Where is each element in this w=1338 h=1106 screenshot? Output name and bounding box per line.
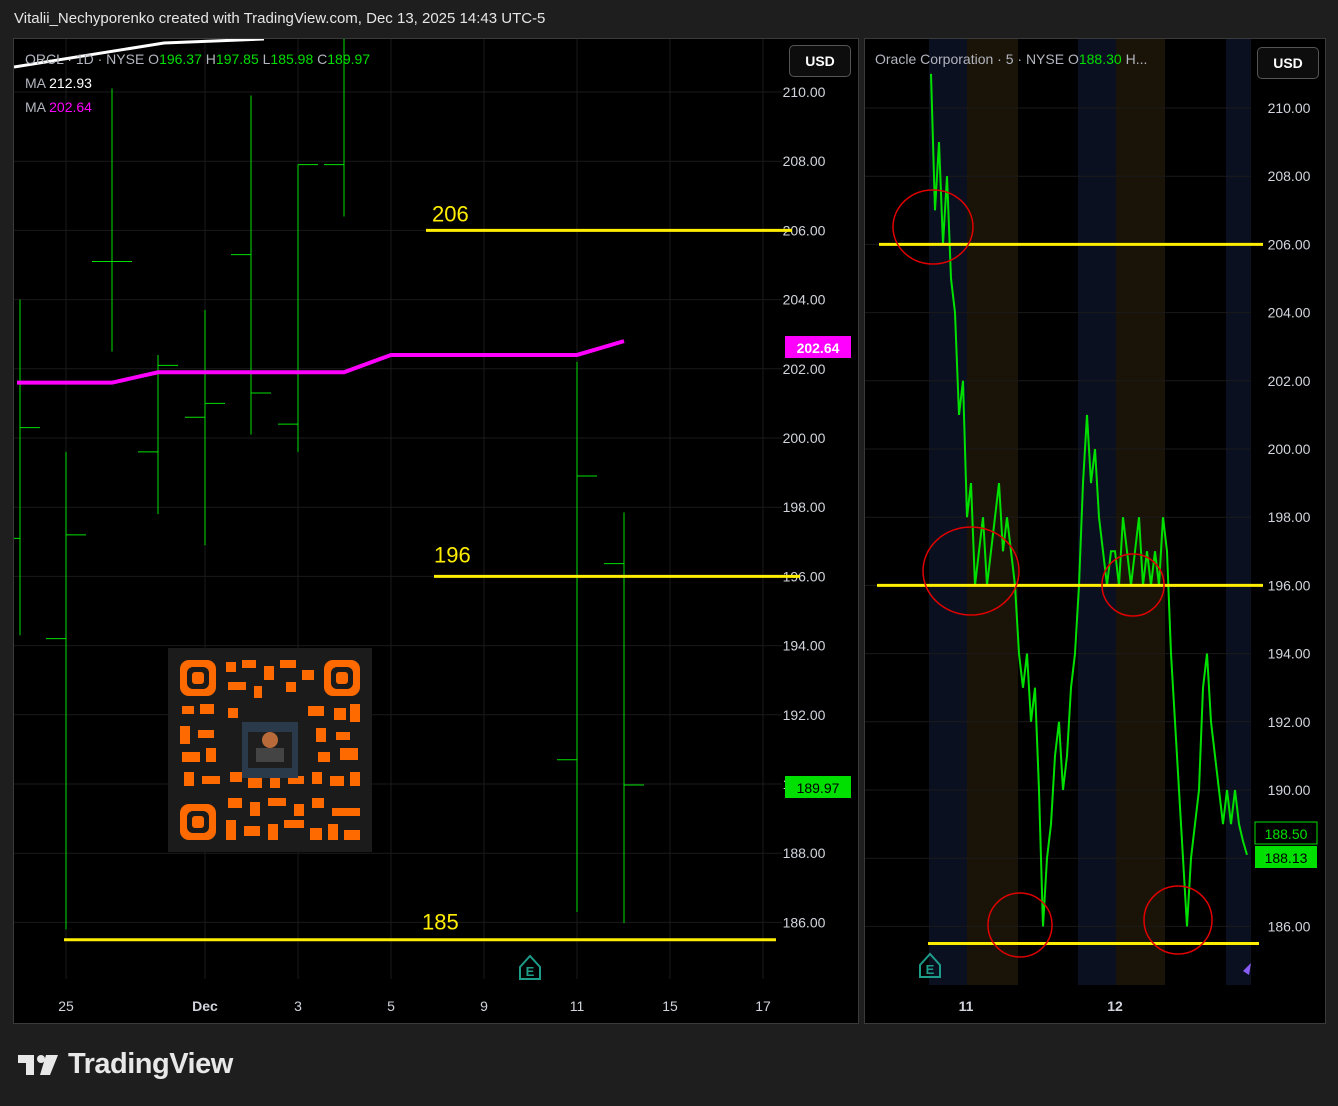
y-tick-label: 200.00 xyxy=(783,430,826,446)
tradingview-logo[interactable]: TradingView xyxy=(16,1048,233,1081)
session-band xyxy=(967,39,1018,985)
tradingview-logo-icon xyxy=(18,1054,58,1075)
legend-title[interactable]: Oracle Corporation · 5 · NYSE xyxy=(875,51,1064,67)
ohlc-bar xyxy=(557,361,597,913)
ma1-value: 212.93 xyxy=(49,75,92,91)
y-tick-label: 186.00 xyxy=(1268,918,1311,934)
x-tick-label: 11 xyxy=(570,998,585,1014)
legend-symbol[interactable]: ORCL · 1D · NYSE xyxy=(25,51,144,67)
y-tick-label: 192.00 xyxy=(783,707,826,723)
legend-high-label: H xyxy=(205,51,216,67)
y-tick-label: 188.00 xyxy=(783,845,826,861)
y-tick-label: 202.00 xyxy=(1268,373,1311,389)
daily-chart-panel[interactable]: 210.00 208.00 206.00 204.00 202.00 200.00 198.… xyxy=(13,38,859,1024)
y-tick-label: 200.00 xyxy=(1268,441,1311,457)
ma-line xyxy=(17,339,625,385)
legend-close-value: 189.97 xyxy=(327,51,371,67)
ma2-value: 202.64 xyxy=(49,99,92,115)
x-tick-label: 9 xyxy=(480,998,488,1014)
legend-more: H... xyxy=(1125,51,1148,67)
price-badge-outline-text: 188.50 xyxy=(1265,826,1308,842)
legend-high-value: 197.85 xyxy=(215,51,259,67)
legend-low-value: 185.98 xyxy=(270,51,314,67)
earnings-marker-text: E xyxy=(926,962,935,977)
ohlc-bar xyxy=(604,512,644,924)
y-tick-label: 206.00 xyxy=(1268,236,1311,252)
ohlc-bar xyxy=(138,354,178,515)
y-tick-label: 192.00 xyxy=(1268,714,1311,730)
y-tick-label: 194.00 xyxy=(1268,646,1311,662)
y-tick-label: 194.00 xyxy=(783,638,826,654)
x-tick-label: 17 xyxy=(755,998,771,1014)
y-tick-label: 198.00 xyxy=(1268,509,1311,525)
x-tick-label: 25 xyxy=(58,998,74,1014)
legend-open-label: O xyxy=(1067,51,1079,67)
y-tick-label: 202.00 xyxy=(783,361,826,377)
x-tick-label: 3 xyxy=(294,998,302,1014)
brand-name: TradingView xyxy=(68,1048,233,1080)
legend-open-value: 188.30 xyxy=(1078,51,1122,67)
daily-chart-canvas[interactable]: 210.00208.00206.00204.00202.00200.00198.… xyxy=(14,39,858,1023)
level-label-185: 185 xyxy=(422,910,459,935)
legend-open-value: 196.37 xyxy=(159,51,202,67)
session-band xyxy=(1078,39,1116,985)
qr-code xyxy=(168,648,372,852)
currency-button[interactable]: USD xyxy=(1257,47,1319,79)
chart-header: Vitalii_Nechyporenko created with Tradin… xyxy=(14,10,546,27)
session-band xyxy=(1226,39,1251,985)
session-band xyxy=(1116,39,1165,985)
level-label-196: 196 xyxy=(434,542,471,567)
intraday-chart-panel[interactable]: 210.00 208.00 206.00 204.00 202.00 200.00 198.… xyxy=(864,38,1326,1024)
y-tick-label: 208.00 xyxy=(783,153,826,169)
y-tick-label: 204.00 xyxy=(1268,305,1311,321)
intraday-chart-legend: Oracle Corporation · 5 · NYSE O188.30 H.… xyxy=(875,47,1147,71)
legend-close-label: C xyxy=(317,51,328,67)
daily-chart-legend: ORCL · 1D · NYSE O196.37 H197.85 L185.98… xyxy=(25,47,370,119)
x-tick-label: 15 xyxy=(662,998,678,1014)
ohlc-bar xyxy=(278,164,318,452)
intraday-chart-canvas[interactable]: 210.00 208.00 206.00 204.00 202.00 200.00 198.… xyxy=(865,39,1325,1023)
last-price-badge-text: 188.13 xyxy=(1265,850,1308,866)
ma2-label[interactable]: MA xyxy=(25,99,45,115)
x-tick-label: 12 xyxy=(1107,998,1123,1014)
ohlc-bar xyxy=(14,299,40,636)
y-tick-label: 210.00 xyxy=(783,84,826,100)
y-tick-label: 210.00 xyxy=(1268,100,1311,116)
x-tick-label: Dec xyxy=(192,998,218,1014)
y-tick-label: 186.00 xyxy=(783,914,826,930)
y-tick-label: 204.00 xyxy=(783,292,826,308)
earnings-marker-text: E xyxy=(526,964,535,979)
x-tick-label: 11 xyxy=(959,998,974,1014)
y-tick-label: 198.00 xyxy=(783,499,826,515)
ma1-label[interactable]: MA xyxy=(25,75,45,91)
ohlc-bar xyxy=(231,95,271,435)
x-tick-label: 5 xyxy=(387,998,395,1014)
currency-button[interactable]: USD xyxy=(789,45,851,77)
ma-price-badge-text: 202.64 xyxy=(797,340,840,356)
ohlc-bar xyxy=(92,88,132,352)
legend-open-label: O xyxy=(148,51,160,67)
earnings-marker: E xyxy=(519,954,541,980)
level-label-206: 206 xyxy=(432,201,469,226)
ohlc-bar xyxy=(185,309,225,546)
qr-code-icon xyxy=(180,660,360,840)
ohlc-bar xyxy=(46,451,86,930)
last-price-badge-text: 189.97 xyxy=(797,780,840,796)
y-tick-label: 196.00 xyxy=(1268,577,1311,593)
y-tick-label: 190.00 xyxy=(1268,782,1311,798)
y-tick-label: 208.00 xyxy=(1268,168,1311,184)
